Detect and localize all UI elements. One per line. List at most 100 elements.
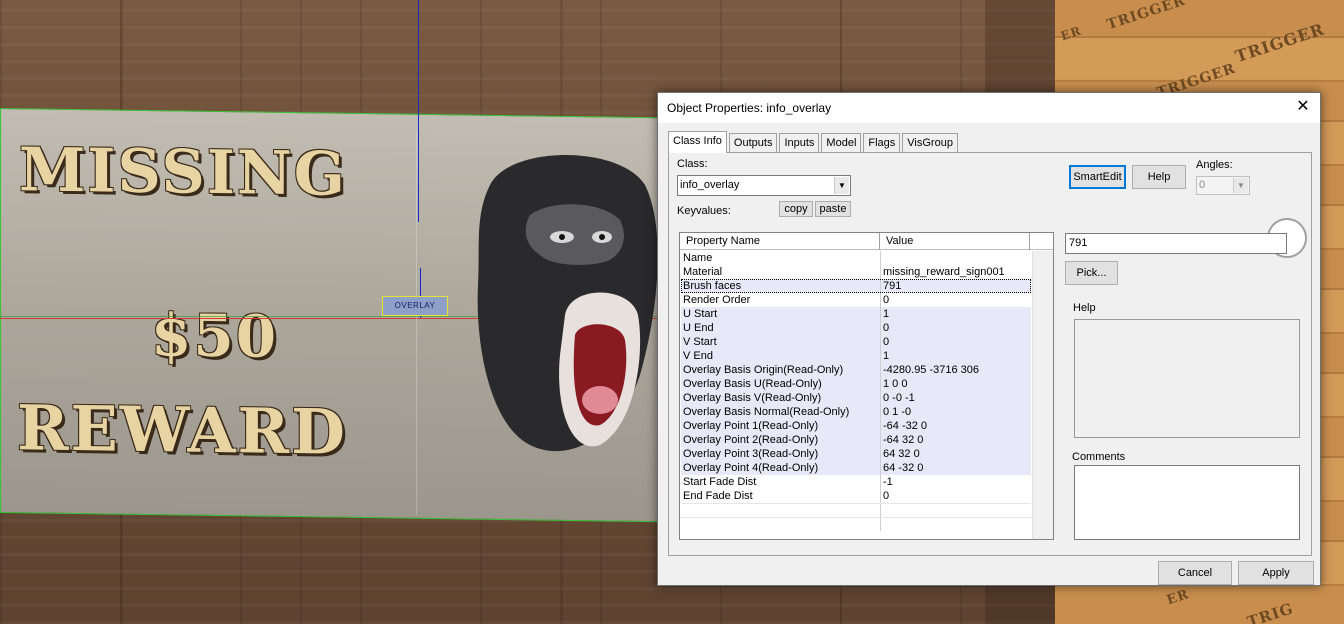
property-value-cell: -4280.95 -3716 306 (883, 364, 980, 376)
apply-button[interactable]: Apply (1238, 561, 1314, 585)
dialog-titlebar[interactable]: Object Properties: info_overlay ✕ (658, 93, 1320, 123)
dialog-title: Object Properties: info_overlay (667, 101, 832, 115)
comments-label: Comments (1072, 451, 1126, 463)
col-value[interactable]: Value (880, 233, 1030, 250)
table-row[interactable]: Overlay Point 2(Read-Only) -64 32 0 (681, 433, 1031, 447)
cancel-button[interactable]: Cancel (1158, 561, 1232, 585)
property-name-cell: U Start (681, 307, 881, 321)
table-row[interactable]: Render Order 0 (681, 293, 1031, 307)
property-value-cell (881, 251, 1031, 265)
empty-cell (881, 518, 1031, 531)
grid-body: Name Material missing_reward_sign001 Brush … (681, 251, 1031, 531)
property-name-cell: Brush faces (681, 279, 881, 293)
tab-flags[interactable]: Flags (863, 133, 901, 153)
tab-class-info[interactable]: Class Info (668, 131, 727, 153)
pick-button[interactable]: Pick... (1065, 261, 1118, 285)
comments-textarea[interactable] (1074, 465, 1300, 540)
empty-cell (681, 518, 881, 531)
tab-inputs[interactable]: Inputs (779, 133, 820, 153)
overlay-entity-marker[interactable]: OVERLAY (382, 296, 448, 316)
close-icon[interactable]: ✕ (1292, 96, 1314, 118)
property-name-cell: Overlay Point 4(Read-Only) (681, 461, 881, 475)
trigger-label: TRIGGER (1233, 19, 1327, 67)
class-select[interactable]: info_overlay ▼ (677, 175, 851, 196)
property-name-cell: V End (681, 349, 881, 363)
grid-scrollbar[interactable] (1032, 251, 1053, 539)
keyvalues-grid[interactable]: Property Name Value Name Material missing_… (679, 232, 1054, 540)
table-row[interactable]: U End 0 (681, 321, 1031, 335)
chevron-down-icon[interactable]: ▼ (834, 177, 849, 194)
property-name-cell: Overlay Point 1(Read-Only) (681, 419, 881, 433)
class-label: Class: (677, 158, 708, 170)
property-value-cell: 0 -0 -1 (883, 392, 915, 404)
angles-select[interactable]: 0 ▼ (1196, 176, 1250, 195)
value-edit-text: 791 (1069, 237, 1088, 249)
table-row[interactable]: Material missing_reward_sign001 (681, 265, 1031, 279)
property-value-cell: -64 32 0 (883, 434, 924, 446)
property-name-cell: U End (681, 321, 881, 335)
property-value-cell: 0 (883, 294, 890, 306)
axis-line (418, 0, 419, 222)
property-name-cell: Overlay Point 2(Read-Only) (681, 433, 881, 447)
tab-model[interactable]: Model (821, 133, 862, 153)
table-row[interactable]: V Start 0 (681, 335, 1031, 349)
property-name-cell: Overlay Basis V(Read-Only) (681, 391, 881, 405)
property-name-cell: End Fade Dist (681, 489, 881, 503)
property-name-cell: Overlay Basis Normal(Read-Only) (681, 405, 881, 419)
property-value-cell: 1 (883, 350, 890, 362)
table-row[interactable]: Brush faces 791 (681, 279, 1031, 293)
copy-button[interactable]: copy (779, 201, 813, 217)
property-value-cell: -1 (883, 476, 893, 488)
table-row[interactable]: Name (681, 251, 1031, 265)
property-value-cell: -64 -32 0 (883, 420, 928, 432)
table-row[interactable]: V End 1 (681, 349, 1031, 363)
value-edit-field[interactable]: 791 (1065, 233, 1287, 254)
col-filler (1030, 233, 1053, 250)
table-row[interactable]: U Start 1 (681, 307, 1031, 321)
angles-select-value: 0 (1199, 179, 1206, 191)
poster-title-text: MISSING (19, 135, 347, 210)
property-value-cell: 0 1 -0 (883, 406, 912, 418)
col-property-name[interactable]: Property Name (680, 233, 880, 250)
keyvalues-label: Keyvalues: (677, 205, 731, 217)
property-value-cell: 1 (883, 308, 890, 320)
help-text-area (1074, 319, 1300, 438)
poster-reward-text: REWARD (17, 391, 347, 469)
empty-cell (881, 504, 1031, 517)
trigger-label: ER (1059, 23, 1084, 44)
smartedit-button[interactable]: SmartEdit (1069, 165, 1126, 189)
chevron-down-icon[interactable]: ▼ (1233, 178, 1248, 193)
property-value-cell: 64 32 0 (883, 448, 920, 460)
property-name-cell: Overlay Point 3(Read-Only) (681, 447, 881, 461)
table-row[interactable]: Overlay Basis Origin(Read-Only) -4280.95 … (681, 363, 1031, 377)
trigger-label: TRIG (1245, 599, 1296, 624)
object-properties-dialog: Object Properties: info_overlay ✕ Class … (657, 92, 1321, 586)
property-value-cell: 1 0 0 (883, 378, 908, 390)
tab-visgroup[interactable]: VisGroup (902, 133, 958, 153)
table-row[interactable]: Overlay Point 1(Read-Only) -64 -32 0 (681, 419, 1031, 433)
tab-strip: Class Info Outputs Inputs Model Flags Vi… (668, 131, 960, 153)
property-value-cell: 0 (883, 322, 890, 334)
property-name-cell: Name (681, 251, 881, 265)
table-row[interactable]: Overlay Basis U(Read-Only) 1 0 0 (681, 377, 1031, 391)
table-row[interactable]: End Fade Dist 0 (681, 489, 1031, 503)
table-row[interactable]: Overlay Basis V(Read-Only) 0 -0 -1 (681, 391, 1031, 405)
property-value-cell: 64 -32 0 (883, 462, 924, 474)
property-value-cell: 0 (883, 490, 890, 502)
grid-header: Property Name Value (680, 233, 1053, 250)
paste-button[interactable]: paste (815, 201, 851, 217)
table-row[interactable]: Overlay Point 3(Read-Only) 64 32 0 (681, 447, 1031, 461)
tab-outputs[interactable]: Outputs (728, 133, 778, 153)
property-name-cell: V Start (681, 335, 881, 349)
trigger-label: ER (1165, 586, 1192, 609)
help-button[interactable]: Help (1132, 165, 1186, 189)
poster-amount-text: $50 (151, 301, 279, 371)
table-row-empty (681, 503, 1031, 517)
table-row[interactable]: Overlay Basis Normal(Read-Only) 0 1 -0 (681, 405, 1031, 419)
angles-label: Angles: (1196, 159, 1233, 171)
table-row[interactable]: Overlay Point 4(Read-Only) 64 -32 0 (681, 461, 1031, 475)
table-row[interactable]: Start Fade Dist -1 (681, 475, 1031, 489)
property-value-cell: 791 (883, 280, 902, 292)
class-select-value: info_overlay (680, 179, 740, 191)
property-value-cell: 0 (883, 336, 890, 348)
